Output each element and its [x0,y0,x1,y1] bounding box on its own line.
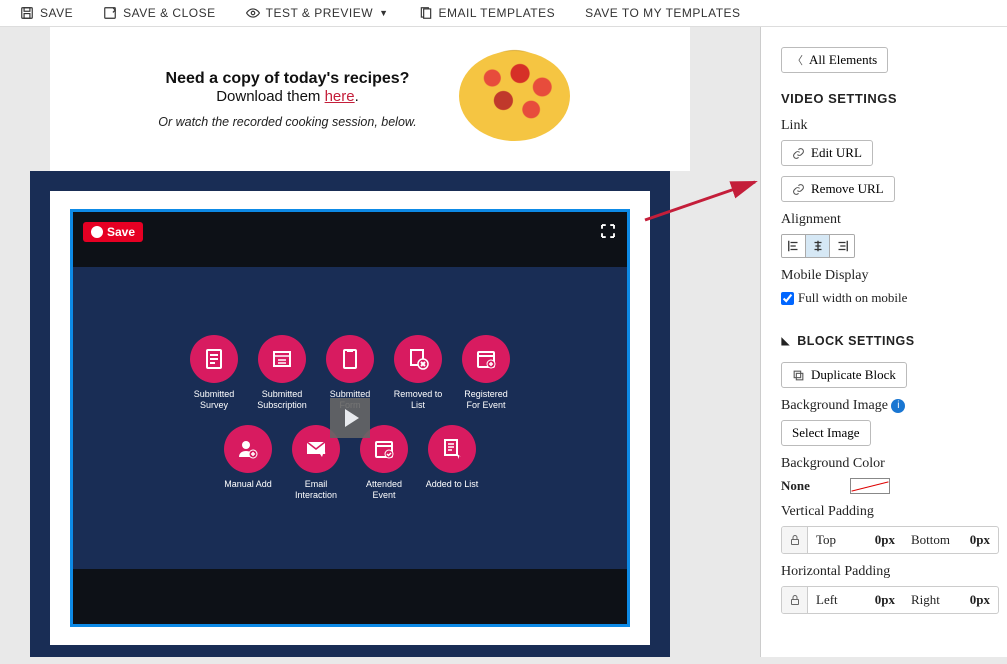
align-center-button[interactable] [806,235,830,257]
tile-registered-event: Registered For Event [457,335,515,411]
play-button[interactable] [330,398,370,438]
bg-color-value: None [781,478,810,494]
align-right-button[interactable] [830,235,854,257]
email-templates-button[interactable]: EMAIL TEMPLATES [419,6,556,20]
eye-icon [246,6,260,20]
chevron-left-icon: 〈 [792,52,803,68]
full-width-mobile-checkbox[interactable]: Full width on mobile [781,290,987,306]
bg-color-label: Background Color [781,456,987,472]
save-close-button[interactable]: SAVE & CLOSE [103,6,215,20]
recipe-subtitle: Download them here. [158,88,416,105]
tile-manual-add: Manual Add [219,425,277,501]
settings-panel: 〈 All Elements VIDEO SETTINGS Link Edit … [760,27,1007,657]
recipe-image [447,39,582,159]
save-label: SAVE [40,6,73,20]
video-player[interactable]: Save Submitted Survey Submitted Subscrip… [70,209,630,627]
link-icon [792,147,805,160]
tile-submitted-subscription: Submitted Subscription [253,335,311,411]
chevron-down-icon: ▼ [379,8,388,18]
save-button[interactable]: SAVE [20,6,73,20]
video-settings-heading: VIDEO SETTINGS [781,91,987,106]
save-icon [20,6,34,20]
lock-icon[interactable] [782,587,808,613]
block-settings-heading[interactable]: BLOCK SETTINGS [781,334,987,348]
fullscreen-icon[interactable] [599,222,617,240]
align-left-button[interactable] [782,235,806,257]
recipe-block[interactable]: Need a copy of today's recipes? Download… [50,27,690,171]
test-preview-button[interactable]: TEST & PREVIEW ▼ [246,6,389,20]
duplicate-block-button[interactable]: Duplicate Block [781,362,907,388]
save-close-icon [103,6,117,20]
bg-color-swatch[interactable] [850,478,890,494]
info-icon[interactable]: i [891,399,905,413]
tile-added-list: Added to List [423,425,481,501]
v-pad-control[interactable]: Top0px Bottom0px [781,526,999,554]
save-close-label: SAVE & CLOSE [123,6,215,20]
save-my-templates-button[interactable]: SAVE TO MY TEMPLATES [585,6,740,20]
save-my-label: SAVE TO MY TEMPLATES [585,6,740,20]
recipe-title: Need a copy of today's recipes? [158,70,416,88]
tile-removed-list: Removed to List [389,335,447,411]
all-elements-button[interactable]: 〈 All Elements [781,47,888,73]
full-width-mobile-input[interactable] [781,292,794,305]
alignment-group [781,234,855,258]
edit-url-button[interactable]: Edit URL [781,140,873,166]
recipe-link[interactable]: here [325,88,355,105]
alignment-label: Alignment [781,212,987,228]
h-pad-label: Horizontal Padding [781,564,987,580]
h-pad-control[interactable]: Left0px Right0px [781,586,999,614]
video-block[interactable]: Save Submitted Survey Submitted Subscrip… [30,171,670,657]
unlink-icon [792,183,805,196]
remove-url-button[interactable]: Remove URL [781,176,895,202]
bg-image-label: Background Image i [781,398,987,414]
recipe-text: Need a copy of today's recipes? Download… [158,70,416,129]
test-preview-label: TEST & PREVIEW [266,6,373,20]
templates-icon [419,6,433,20]
link-label: Link [781,118,987,134]
mobile-display-label: Mobile Display [781,268,987,284]
top-toolbar: SAVE SAVE & CLOSE TEST & PREVIEW ▼ EMAIL… [0,0,1007,27]
tile-submitted-survey: Submitted Survey [185,335,243,411]
pinterest-save-button[interactable]: Save [83,222,143,242]
email-templates-label: EMAIL TEMPLATES [439,6,556,20]
lock-icon[interactable] [782,527,808,553]
duplicate-icon [792,369,805,382]
recipe-note: Or watch the recorded cooking session, b… [158,115,416,129]
v-pad-label: Vertical Padding [781,504,987,520]
select-image-button[interactable]: Select Image [781,420,871,446]
